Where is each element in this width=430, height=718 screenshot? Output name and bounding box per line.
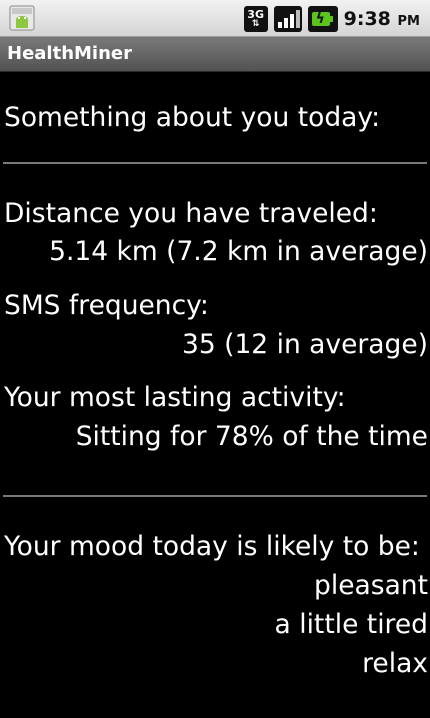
android-app-icon[interactable] — [8, 4, 36, 32]
network-3g-icon: 3G ⇅ — [243, 5, 268, 32]
divider-top — [3, 162, 427, 164]
sms-label: SMS frequency: — [4, 290, 209, 321]
clock-ampm: PM — [397, 13, 420, 29]
battery-charging-icon: ϟ — [307, 5, 338, 32]
data-arrows-icon: ⇅ — [251, 18, 260, 29]
divider-bottom — [3, 495, 427, 497]
mood-item: a little tired — [274, 609, 428, 640]
main-content: Something about you today: Distance you … — [0, 72, 430, 718]
network-3g-label: 3G — [247, 7, 264, 21]
app-title: HealthMiner — [7, 43, 132, 64]
mood-item: relax — [362, 648, 428, 679]
activity-label: Your most lasting activity: — [4, 382, 346, 413]
signal-bars-icon — [273, 5, 302, 32]
distance-label: Distance you have traveled: — [4, 198, 378, 229]
activity-value: Sitting for 78% of the time — [75, 421, 428, 452]
status-clock: 9:38 PM — [344, 8, 420, 30]
title-bar: HealthMiner — [0, 37, 430, 72]
status-indicators: 3G ⇅ ϟ 9:38 PM — [243, 0, 420, 37]
mood-label: Your mood today is likely to be: — [4, 531, 420, 562]
sms-value: 35 (12 in average) — [181, 329, 428, 360]
clock-time: 9:38 — [343, 7, 391, 30]
mood-item: pleasant — [314, 570, 428, 601]
distance-value: 5.14 km (7.2 km in average) — [49, 236, 428, 267]
status-bar: 3G ⇅ ϟ 9:38 PM — [0, 0, 430, 37]
heading-text: Something about you today: — [4, 102, 381, 133]
